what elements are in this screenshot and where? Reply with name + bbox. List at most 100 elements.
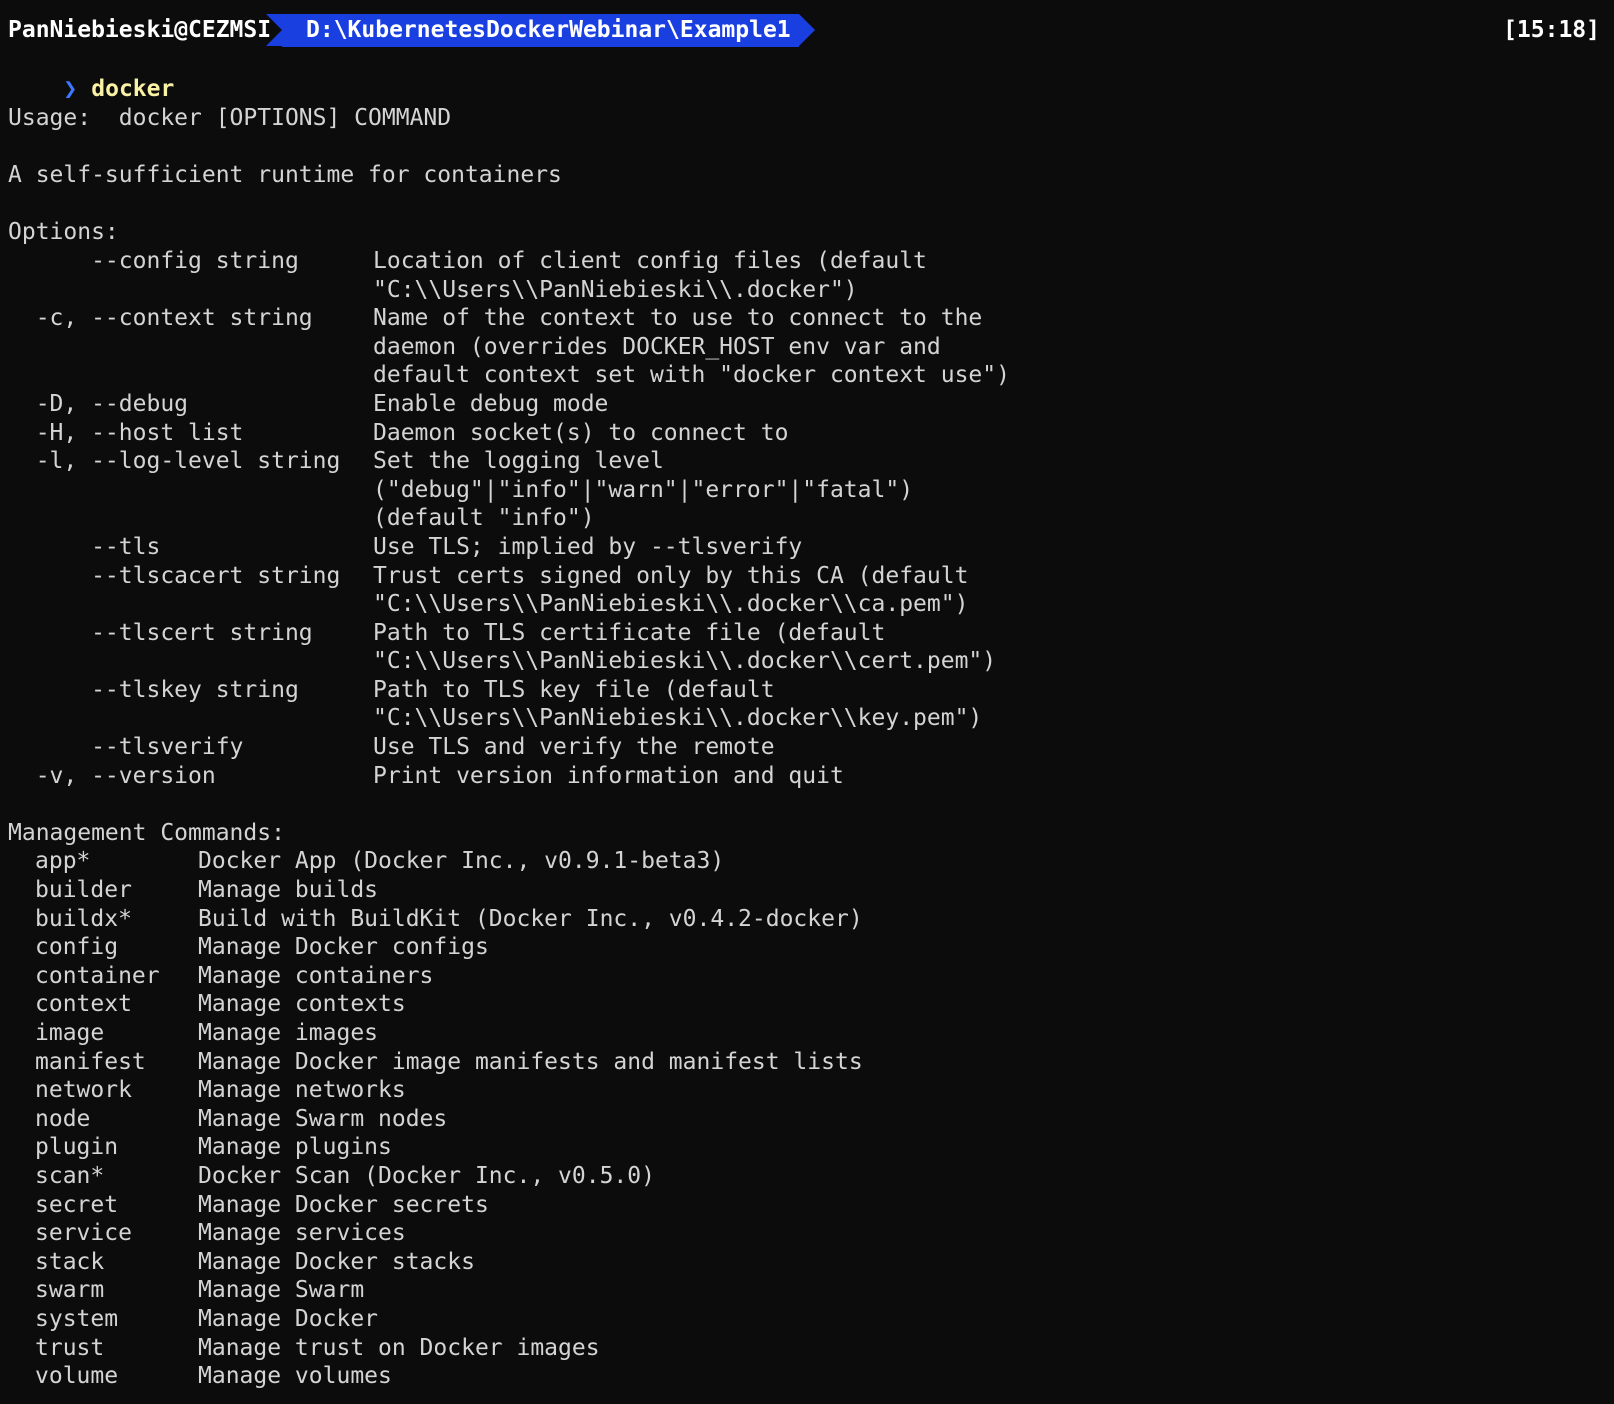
option-description: default context set with "docker context… <box>373 362 1010 389</box>
prompt-path: D:\KubernetesDockerWebinar\Example1 <box>306 17 791 43</box>
option-description: ("debug"|"info"|"warn"|"error"|"fatal") <box>373 476 914 503</box>
option-description: Use TLS and verify the remote <box>373 734 775 761</box>
option-row: --tlscert string Path to TLS certificate … <box>8 619 1598 648</box>
option-row: -l, --log-level string Set the logging le… <box>8 447 1598 476</box>
option-description: Print version information and quit <box>373 762 844 789</box>
option-row: "C:\\Users\\PanNiebieski\\.docker") <box>8 276 1598 305</box>
command-row: scan* Docker Scan (Docker Inc., v0.5.0) <box>8 1162 1598 1191</box>
command-row: network Manage networks <box>8 1076 1598 1105</box>
terminal-window[interactable]: PanNiebieski@CEZMSI D:\KubernetesDockerW… <box>0 0 1614 1404</box>
prompt-time: [15:18] <box>1503 17 1600 43</box>
command-row: app* Docker App (Docker Inc., v0.9.1-beta… <box>8 847 1598 876</box>
option-flag: --tlscacert string <box>8 562 341 589</box>
option-flag: --tlscert string <box>8 619 313 646</box>
command-description: Docker Scan (Docker Inc., v0.5.0) <box>198 1162 655 1189</box>
option-description: "C:\\Users\\PanNiebieski\\.docker\\key.p… <box>373 705 983 732</box>
command-description: Manage Swarm nodes <box>198 1105 448 1132</box>
command-description: Manage Docker image manifests and manife… <box>198 1048 863 1075</box>
option-flag: --tlsverify <box>8 734 244 761</box>
command-description: Manage Docker secrets <box>198 1191 489 1218</box>
command-description: Manage networks <box>198 1077 406 1104</box>
command-row: trust Manage trust on Docker images <box>8 1334 1598 1363</box>
command-name: volume <box>35 1363 119 1390</box>
command-row: image Manage images <box>8 1019 1598 1048</box>
command-row: manifest Manage Docker image manifests an… <box>8 1048 1598 1077</box>
option-row: --tls Use TLS; implied by --tlsverify <box>8 533 1598 562</box>
options-list: --config string Location of client config… <box>8 247 1598 790</box>
option-flag: -H, --host list <box>8 419 244 446</box>
option-row: -H, --host list Daemon socket(s) to conne… <box>8 419 1598 448</box>
usage-line: Usage: docker [OPTIONS] COMMAND <box>8 105 452 131</box>
command-name: config <box>35 934 119 961</box>
option-flag: -l, --log-level string <box>8 448 341 475</box>
prompt-user-host: PanNiebieski@CEZMSI <box>8 17 272 43</box>
segment-right-arrow-icon <box>799 14 815 46</box>
tagline: A self-sufficient runtime for containers <box>8 162 562 189</box>
command-description: Build with BuildKit (Docker Inc., v0.4.2… <box>198 905 863 932</box>
option-flag: --tlskey string <box>8 676 299 703</box>
option-row: "C:\\Users\\PanNiebieski\\.docker\\key.p… <box>8 704 1598 733</box>
option-row: --config string Location of client config… <box>8 247 1598 276</box>
command-description: Manage builds <box>198 877 379 904</box>
command-row: service Manage services <box>8 1219 1598 1248</box>
command-name: builder <box>35 877 132 904</box>
prompt-path-segment: D:\KubernetesDockerWebinar\Example1 <box>266 14 815 47</box>
option-description: daemon (overrides DOCKER_HOST env var an… <box>373 333 941 360</box>
command-name: system <box>35 1305 119 1332</box>
option-row: -D, --debug Enable debug mode <box>8 390 1598 419</box>
command-description: Manage Swarm <box>198 1277 365 1304</box>
command-description: Docker App (Docker Inc., v0.9.1-beta3) <box>198 848 725 875</box>
command-row: system Manage Docker <box>8 1305 1598 1334</box>
command-description: Manage Docker stacks <box>198 1248 475 1275</box>
option-row: default context set with "docker context… <box>8 361 1598 390</box>
option-description: Name of the context to use to connect to… <box>373 305 983 332</box>
option-row: ("debug"|"info"|"warn"|"error"|"fatal") <box>8 476 1598 505</box>
management-commands-list: app* Docker App (Docker Inc., v0.9.1-beta… <box>8 847 1598 1390</box>
command-description: Manage images <box>198 1020 379 1046</box>
command-name: plugin <box>35 1134 119 1161</box>
option-flag: -D, --debug <box>8 390 189 417</box>
option-row: "C:\\Users\\PanNiebieski\\.docker\\ca.pe… <box>8 590 1598 619</box>
entered-command: docker <box>91 76 175 102</box>
command-row: volume Manage volumes <box>8 1362 1598 1391</box>
command-row: plugin Manage plugins <box>8 1133 1598 1162</box>
option-description: (default "info") <box>373 505 595 532</box>
command-name: node <box>35 1105 91 1132</box>
prompt-chevron-icon: ❯ <box>63 76 78 102</box>
option-description: Daemon socket(s) to connect to <box>373 419 789 446</box>
command-row: builder Manage builds <box>8 876 1598 905</box>
command-row: secret Manage Docker secrets <box>8 1191 1598 1220</box>
options-header: Options: <box>8 219 119 246</box>
command-line[interactable]: ❯ docker <box>8 47 174 102</box>
command-description: Manage volumes <box>198 1363 392 1390</box>
option-description: "C:\\Users\\PanNiebieski\\.docker\\cert.… <box>373 648 997 675</box>
command-row: node Manage Swarm nodes <box>8 1105 1598 1134</box>
option-description: Trust certs signed only by this CA (defa… <box>373 562 969 589</box>
option-row: "C:\\Users\\PanNiebieski\\.docker\\cert.… <box>8 647 1598 676</box>
command-row: config Manage Docker configs <box>8 933 1598 962</box>
command-description: Manage Docker configs <box>198 934 489 961</box>
command-name: container <box>35 962 160 989</box>
command-name: swarm <box>35 1277 105 1304</box>
option-row: --tlscacert string Trust certs signed onl… <box>8 562 1598 591</box>
command-name: secret <box>35 1191 119 1218</box>
command-name: trust <box>35 1334 105 1361</box>
option-flag: -v, --version <box>8 762 216 789</box>
option-description: Location of client config files (default <box>373 247 927 274</box>
command-name: buildx* <box>35 905 132 932</box>
command-row: container Manage containers <box>8 962 1598 991</box>
command-name: app* <box>35 848 91 875</box>
command-name: image <box>35 1020 105 1046</box>
command-output: Usage: docker [OPTIONS] COMMAND A self-s… <box>8 104 1598 1391</box>
option-description: Use TLS; implied by --tlsverify <box>373 533 803 560</box>
option-row: (default "info") <box>8 504 1598 533</box>
option-description: Enable debug mode <box>373 390 609 417</box>
option-description: "C:\\Users\\PanNiebieski\\.docker\\ca.pe… <box>373 591 969 618</box>
option-row: --tlskey string Path to TLS key file (def… <box>8 676 1598 705</box>
segment-left-arrow-icon <box>266 14 282 46</box>
option-row: -v, --version Print version information a… <box>8 762 1598 791</box>
option-flag: -c, --context string <box>8 305 313 332</box>
option-description: Set the logging level <box>373 448 664 475</box>
